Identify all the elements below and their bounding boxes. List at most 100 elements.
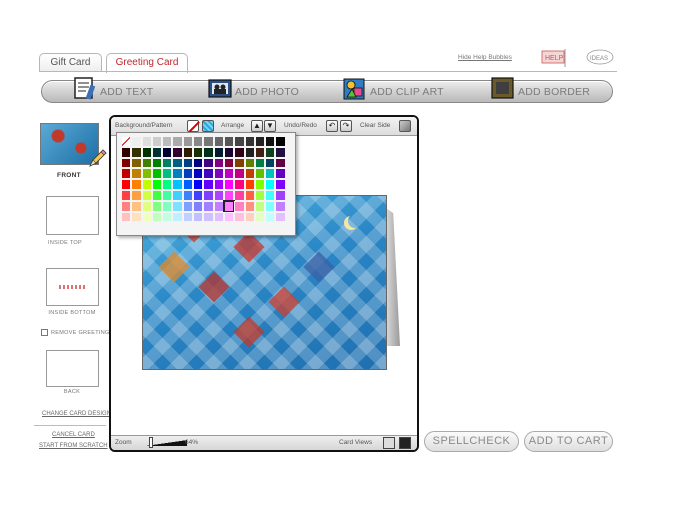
color-swatch[interactable] [203, 200, 214, 212]
color-swatch[interactable] [254, 168, 266, 180]
color-swatch[interactable] [151, 157, 163, 169]
color-swatch[interactable] [203, 168, 214, 180]
add-text-button[interactable]: ADD TEXT [72, 77, 153, 102]
color-swatch[interactable] [244, 146, 255, 158]
color-swatch[interactable] [121, 189, 132, 201]
color-swatch[interactable] [265, 189, 276, 201]
color-swatch[interactable] [234, 211, 245, 223]
color-swatch[interactable] [141, 200, 152, 212]
color-swatch[interactable] [131, 168, 142, 180]
color-swatch[interactable] [275, 136, 286, 147]
color-swatch[interactable] [223, 189, 235, 201]
color-swatch[interactable] [193, 179, 204, 190]
color-swatch[interactable] [213, 211, 224, 223]
color-swatch[interactable] [141, 211, 152, 223]
color-swatch[interactable] [213, 146, 224, 158]
color-swatch[interactable] [223, 146, 235, 158]
color-swatch[interactable] [223, 136, 235, 147]
color-swatch[interactable] [162, 179, 173, 190]
color-swatch[interactable] [213, 168, 224, 180]
color-swatch[interactable] [223, 179, 235, 190]
color-swatch[interactable] [265, 168, 276, 180]
color-swatch[interactable] [151, 168, 163, 180]
color-swatch[interactable] [265, 157, 276, 169]
spellcheck-button[interactable]: SPELLCHECK [424, 431, 519, 452]
hide-help-bubbles-link[interactable]: Hide Help Bubbles [458, 54, 512, 61]
cancel-card-link[interactable]: CANCEL CARD [52, 432, 95, 438]
color-swatch[interactable] [131, 136, 142, 147]
color-swatch[interactable] [141, 136, 152, 147]
no-background-button[interactable] [187, 120, 199, 132]
color-swatch[interactable] [234, 146, 245, 158]
color-swatch[interactable] [265, 136, 276, 147]
color-swatch[interactable] [162, 200, 173, 212]
color-swatch[interactable] [121, 200, 132, 212]
color-swatch[interactable] [244, 168, 255, 180]
color-swatch[interactable] [275, 146, 286, 158]
color-swatch[interactable] [213, 157, 224, 169]
color-swatch[interactable] [244, 179, 255, 190]
color-swatch[interactable] [213, 179, 224, 190]
color-swatch[interactable] [151, 211, 163, 223]
color-swatch[interactable] [234, 168, 245, 180]
color-swatch[interactable] [244, 136, 255, 147]
color-swatch[interactable] [234, 179, 245, 190]
color-swatch[interactable] [254, 211, 266, 223]
color-swatch[interactable] [244, 200, 255, 212]
color-swatch[interactable] [222, 199, 236, 213]
color-swatch[interactable] [254, 189, 266, 201]
color-swatch[interactable] [151, 146, 163, 158]
color-swatch[interactable] [203, 211, 214, 223]
start-from-scratch-link[interactable]: START FROM SCRATCH [39, 443, 108, 449]
color-swatch[interactable] [172, 136, 183, 147]
back-side-thumbnail[interactable] [46, 350, 99, 387]
tab-greeting-card[interactable]: Greeting Card [106, 53, 188, 73]
zoom-slider-handle[interactable] [149, 437, 153, 448]
color-swatch[interactable] [265, 200, 276, 212]
color-swatch[interactable] [172, 146, 183, 158]
color-swatch[interactable] [162, 136, 173, 147]
color-swatch[interactable] [244, 211, 255, 223]
spread-view-button[interactable] [399, 437, 411, 449]
color-swatch[interactable] [162, 211, 173, 223]
redo-button[interactable]: ↷ [340, 120, 352, 132]
color-swatch[interactable] [193, 200, 204, 212]
color-swatch[interactable] [275, 189, 286, 201]
color-swatch[interactable] [131, 146, 142, 158]
color-swatch[interactable] [172, 157, 183, 169]
help-flag-icon[interactable]: HELP [540, 48, 570, 68]
tab-gift-card[interactable]: Gift Card [39, 53, 102, 72]
color-swatch[interactable] [172, 179, 183, 190]
color-swatch[interactable] [234, 189, 245, 201]
color-swatch[interactable] [141, 146, 152, 158]
no-color-swatch[interactable] [121, 136, 132, 147]
color-swatch[interactable] [131, 211, 142, 223]
color-swatch[interactable] [234, 200, 245, 212]
color-swatch[interactable] [223, 211, 235, 223]
color-swatch[interactable] [121, 211, 132, 223]
color-swatch[interactable] [203, 157, 214, 169]
color-swatch[interactable] [254, 136, 266, 147]
color-swatch[interactable] [121, 179, 132, 190]
pattern-button[interactable] [202, 120, 214, 132]
color-swatch[interactable] [172, 200, 183, 212]
color-swatch[interactable] [193, 189, 204, 201]
color-swatch[interactable] [234, 157, 245, 169]
color-swatch[interactable] [193, 168, 204, 180]
color-swatch[interactable] [141, 179, 152, 190]
color-swatch[interactable] [265, 211, 276, 223]
color-swatch[interactable] [223, 168, 235, 180]
color-swatch[interactable] [172, 211, 183, 223]
color-swatch[interactable] [275, 168, 286, 180]
color-swatch[interactable] [172, 168, 183, 180]
color-swatch[interactable] [182, 189, 194, 201]
ideas-cloud-icon[interactable]: IDEAS [585, 48, 615, 68]
color-swatch[interactable] [213, 189, 224, 201]
color-swatch[interactable] [213, 200, 224, 212]
color-swatch[interactable] [121, 168, 132, 180]
color-swatch[interactable] [275, 200, 286, 212]
color-swatch[interactable] [162, 157, 173, 169]
color-swatch[interactable] [141, 189, 152, 201]
color-swatch[interactable] [254, 146, 266, 158]
color-swatch[interactable] [182, 200, 194, 212]
